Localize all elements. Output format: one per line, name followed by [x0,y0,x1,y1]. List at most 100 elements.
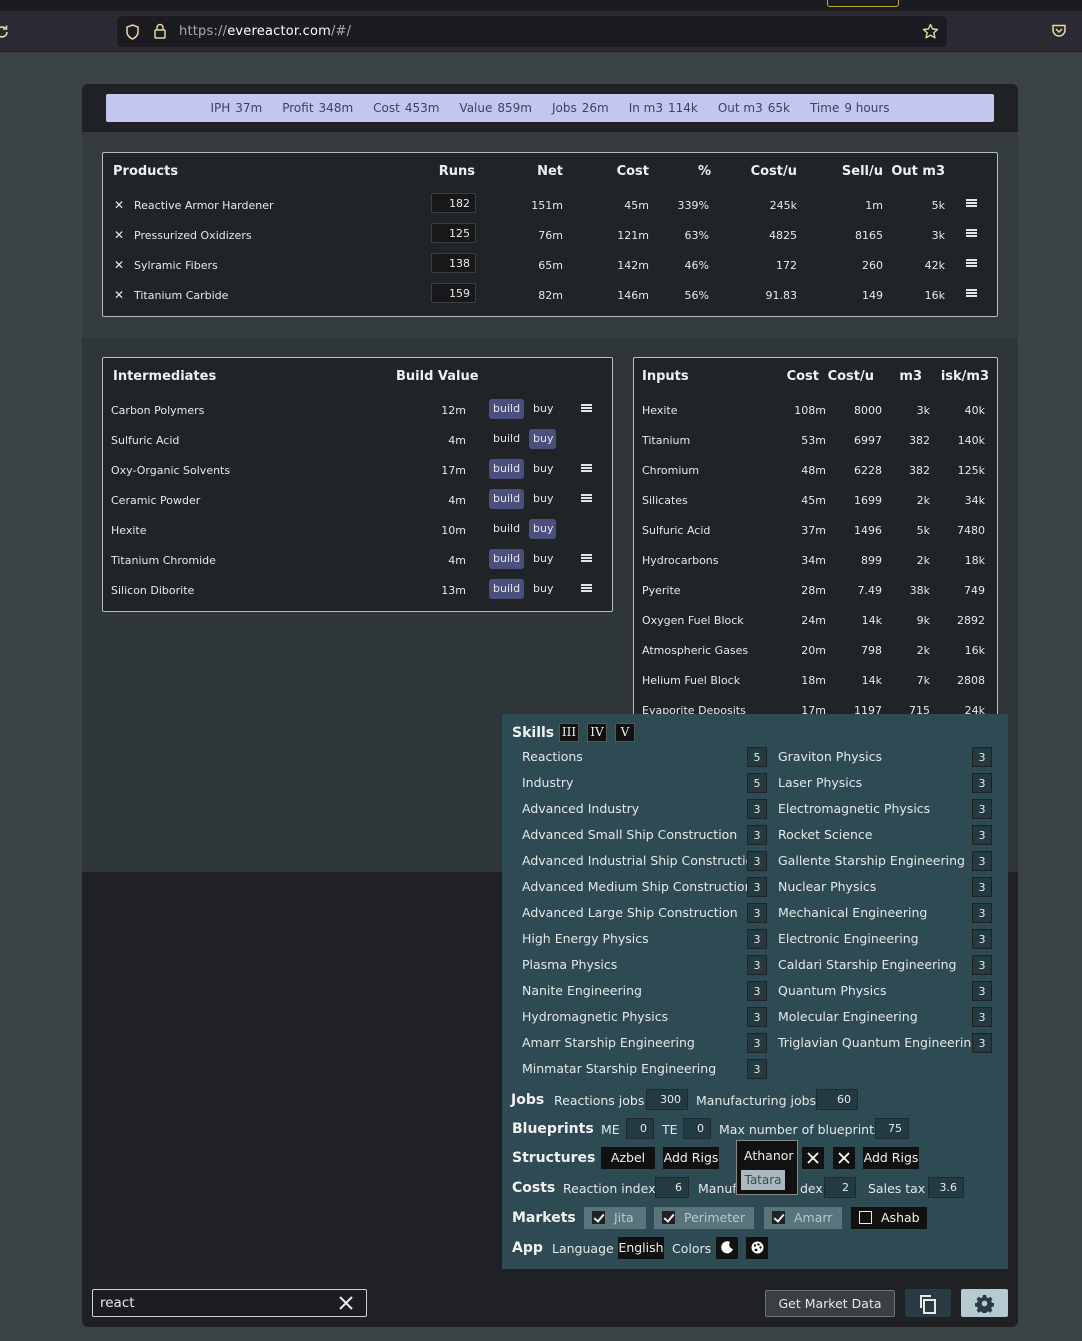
lock-icon[interactable] [153,23,167,40]
skill-level-input[interactable]: 3 [972,747,992,767]
skill-level-input[interactable]: 3 [972,955,992,975]
buy-toggle[interactable]: buy [529,399,556,419]
skill-level-input[interactable]: 3 [747,981,767,1001]
skill-level-input[interactable]: 3 [972,799,992,819]
set-all-level-button[interactable]: III [559,723,579,742]
skill-level-input[interactable]: 3 [747,1033,767,1053]
runs-input[interactable]: 159 [431,283,476,303]
skill-level-input[interactable]: 3 [747,1059,767,1079]
skill-level-input[interactable]: 3 [972,825,992,845]
buy-toggle[interactable]: buy [529,429,556,449]
build-toggle[interactable]: build [489,399,524,419]
skill-level-input[interactable]: 3 [972,929,992,949]
set-all-level-button[interactable]: IV [587,723,607,742]
build-toggle[interactable]: build [489,459,524,479]
skill-name: Molecular Engineering [778,1009,918,1024]
manufacturing-jobs-input[interactable]: 60 [816,1089,858,1110]
get-market-data-button[interactable]: Get Market Data [765,1290,895,1317]
dropdown-option-tatara[interactable]: Tatara [741,1170,785,1190]
skill-level-input[interactable]: 3 [972,981,992,1001]
skill-level-input[interactable]: 3 [747,929,767,949]
remove-product-icon[interactable]: ✕ [114,288,124,302]
market-toggle[interactable]: Perimeter [654,1207,754,1229]
skill-level-input[interactable]: 5 [747,747,767,767]
skill-level-input[interactable]: 3 [747,877,767,897]
set-all-level-button[interactable]: V [615,723,635,742]
remove-rigs-button[interactable] [833,1147,855,1169]
skill-level-input[interactable]: 3 [972,773,992,793]
build-toggle[interactable]: build [489,519,524,539]
skill-level-input[interactable]: 3 [747,851,767,871]
runs-input[interactable]: 138 [431,253,476,273]
checked-checkbox-icon [772,1211,785,1224]
skill-level-input[interactable]: 3 [747,825,767,845]
buy-toggle[interactable]: buy [529,489,556,509]
remove-product-icon[interactable]: ✕ [114,258,124,272]
copy-button[interactable] [905,1289,951,1317]
product-percent: 46% [684,259,709,272]
add-rigs-button[interactable]: Add Rigs [663,1147,719,1169]
shield-icon[interactable] [125,24,140,40]
build-toggle[interactable]: build [489,549,524,569]
language-select[interactable]: English [618,1237,664,1259]
skill-level-input[interactable]: 3 [972,1033,992,1053]
skill-level-input[interactable]: 3 [972,1007,992,1027]
buy-toggle[interactable]: buy [529,459,556,479]
build-toggle[interactable]: build [489,579,524,599]
reload-icon[interactable] [0,24,10,40]
skill-level-input[interactable]: 3 [747,799,767,819]
market-toggle[interactable]: Amarr [764,1207,842,1229]
buy-toggle[interactable]: buy [529,519,556,539]
url-text[interactable]: https://evereactor.com/#/ [179,24,351,39]
remove-structure-button[interactable] [802,1147,824,1169]
menu-icon[interactable] [966,199,977,207]
me-input[interactable]: 0 [626,1118,654,1139]
clear-search-icon[interactable] [339,1296,353,1310]
settings-button[interactable] [961,1289,1008,1317]
te-input[interactable]: 0 [683,1118,711,1139]
skill-level-input[interactable]: 5 [747,773,767,793]
menu-icon[interactable] [966,229,977,237]
structure-azbel-select[interactable]: Azbel [601,1147,655,1169]
skill-level-input[interactable]: 3 [747,955,767,975]
menu-icon[interactable] [581,404,592,412]
skill-level-input[interactable]: 3 [747,1007,767,1027]
buy-toggle[interactable]: buy [529,579,556,599]
max-blueprints-input[interactable]: 75 [875,1118,909,1139]
menu-icon[interactable] [966,289,977,297]
runs-input[interactable]: 182 [431,193,476,213]
menu-icon[interactable] [966,259,977,267]
pocket-icon[interactable] [1051,23,1067,39]
menu-icon[interactable] [581,464,592,472]
remove-product-icon[interactable]: ✕ [114,198,124,212]
search-input[interactable]: react [100,1295,135,1311]
bookmark-star-icon[interactable] [922,23,939,40]
menu-icon[interactable] [581,554,592,562]
dark-mode-button[interactable] [716,1237,738,1259]
dropdown-option-athanor[interactable]: Athanor [744,1148,794,1163]
search-field[interactable]: react [92,1289,367,1317]
market-toggle[interactable]: Jita [584,1207,646,1229]
build-toggle[interactable]: build [489,429,524,449]
runs-input[interactable]: 125 [431,223,476,243]
reactions-jobs-input[interactable]: 300 [646,1089,688,1110]
build-toggle[interactable]: build [489,489,524,509]
active-tab-hint[interactable] [827,0,899,7]
url-bar[interactable]: https://evereactor.com/#/ [117,16,947,47]
market-toggle[interactable]: Ashab [851,1207,927,1229]
skill-level-input[interactable]: 3 [972,877,992,897]
sales-tax-input[interactable]: 3.6 [928,1177,964,1198]
close-icon [838,1152,850,1164]
skill-level-input[interactable]: 3 [972,903,992,923]
add-rigs-button-2[interactable]: Add Rigs [863,1147,919,1169]
remove-product-icon[interactable]: ✕ [114,228,124,242]
menu-icon[interactable] [581,584,592,592]
skill-level-input[interactable]: 3 [972,851,992,871]
buy-toggle[interactable]: buy [529,549,556,569]
reaction-index-input[interactable]: 6 [655,1177,689,1198]
skill-level-input[interactable]: 3 [747,903,767,923]
palette-button[interactable] [746,1237,768,1259]
menu-icon[interactable] [581,494,592,502]
structure-dropdown[interactable]: Athanor Tatara [736,1140,798,1195]
manufacturing-index-input[interactable]: 2 [824,1177,856,1198]
